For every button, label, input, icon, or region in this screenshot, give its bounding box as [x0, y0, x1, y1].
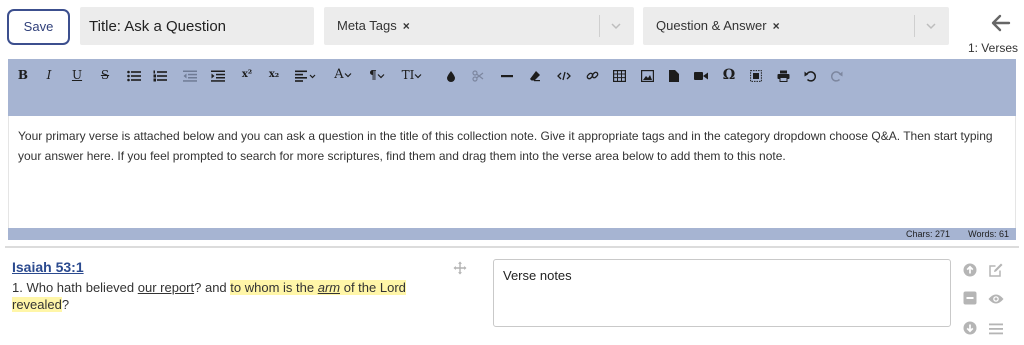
eye-icon[interactable]	[988, 292, 1004, 310]
text-size-dropdown[interactable]: TI	[398, 65, 426, 85]
verses-count[interactable]: 1: Verses	[968, 41, 1018, 55]
scissors-icon[interactable]	[471, 65, 485, 85]
horizontal-rule-icon[interactable]	[500, 65, 514, 85]
text-size-label: TI	[401, 68, 415, 82]
font-color-label: A	[334, 67, 344, 82]
superscript-button[interactable]: x²	[239, 65, 255, 85]
verse-reference-link[interactable]: Isaiah 53:1	[12, 259, 84, 275]
meta-tag-chip: Meta Tags ×	[337, 18, 410, 33]
meta-tags-select[interactable]: Meta Tags ×	[324, 7, 634, 45]
remove-tag-icon[interactable]: ×	[773, 19, 780, 33]
verse-text-part: 1. Who hath believed	[12, 280, 138, 295]
select-divider	[599, 15, 600, 37]
select-divider	[914, 15, 915, 37]
chevron-down-icon[interactable]	[606, 15, 626, 37]
editor-body[interactable]: Your primary verse is attached below and…	[8, 116, 1016, 228]
title-field-wrapper	[80, 7, 314, 45]
paragraph-dropdown[interactable]: ¶	[365, 65, 389, 85]
bullet-list-icon[interactable]	[126, 65, 142, 85]
code-icon[interactable]	[556, 65, 572, 85]
verse-underlined-phrase: our report	[137, 280, 195, 295]
special-char-button[interactable]: Ω	[722, 65, 736, 85]
image-icon[interactable]	[639, 65, 655, 85]
strikethrough-button[interactable]: S	[98, 65, 112, 85]
chevron-down-icon[interactable]	[921, 15, 941, 37]
verse-notes-input[interactable]: Verse notes	[494, 260, 950, 326]
undo-icon[interactable]	[803, 65, 817, 85]
arrow-up-circle-icon[interactable]	[963, 263, 977, 282]
link-icon[interactable]	[584, 65, 600, 85]
category-select[interactable]: Question & Answer ×	[643, 7, 949, 45]
arrow-left-icon[interactable]	[990, 12, 1012, 34]
word-count: Words: 61	[968, 229, 1009, 239]
section-divider	[5, 246, 1019, 248]
select-all-icon[interactable]	[748, 65, 764, 85]
video-icon[interactable]	[693, 65, 709, 85]
editor-status-bar: Chars: 271 Words: 61	[8, 228, 1016, 240]
font-color-dropdown[interactable]: A	[331, 65, 355, 85]
arrow-down-circle-icon[interactable]	[963, 321, 977, 340]
indent-icon[interactable]	[210, 65, 226, 85]
category-tag-chip: Question & Answer ×	[656, 18, 780, 33]
align-dropdown-icon[interactable]	[293, 65, 319, 85]
print-icon[interactable]	[775, 65, 791, 85]
editor-toolbar: B I U S x² x₂ A ¶ TI Ω	[8, 59, 1016, 116]
verse-text: 1. Who hath believed our report? and to …	[12, 279, 432, 313]
italic-button[interactable]: I	[42, 65, 56, 85]
verse-text-part: ? and	[194, 280, 231, 295]
color-drop-icon[interactable]	[444, 65, 458, 85]
move-icon[interactable]	[453, 261, 467, 280]
minus-square-icon[interactable]	[963, 291, 977, 310]
top-bar: Save Meta Tags × Question & Answer × 1: Ve…	[0, 0, 1024, 58]
meta-tag-label: Meta Tags	[337, 18, 397, 33]
numbered-list-icon[interactable]	[152, 65, 168, 85]
edit-icon[interactable]	[988, 262, 1004, 283]
verse-highlight: to whom is the	[230, 280, 318, 295]
file-icon[interactable]	[667, 65, 681, 85]
redo-icon[interactable]	[830, 65, 844, 85]
verse-highlight-word: arm	[317, 280, 341, 295]
char-count: Chars: 271	[905, 229, 950, 239]
menu-icon[interactable]	[989, 322, 1003, 340]
bold-button[interactable]: B	[16, 65, 30, 85]
editor-text[interactable]: Your primary verse is attached below and…	[18, 126, 1008, 166]
verse-text-part: ?	[61, 297, 70, 312]
verse-card: Isaiah 53:1 1. Who hath believed our rep…	[0, 249, 1024, 345]
underline-button[interactable]: U	[70, 65, 84, 85]
paragraph-label: ¶	[369, 68, 377, 82]
subscript-button[interactable]: x₂	[266, 65, 282, 85]
title-input[interactable]	[80, 7, 314, 45]
remove-tag-icon[interactable]: ×	[403, 19, 410, 33]
eraser-icon[interactable]	[528, 65, 542, 85]
category-tag-label: Question & Answer	[656, 18, 767, 33]
verse-notes-field: Verse notes	[493, 259, 951, 327]
outdent-icon[interactable]	[182, 65, 198, 85]
table-icon[interactable]	[611, 65, 627, 85]
save-button[interactable]: Save	[7, 9, 70, 45]
